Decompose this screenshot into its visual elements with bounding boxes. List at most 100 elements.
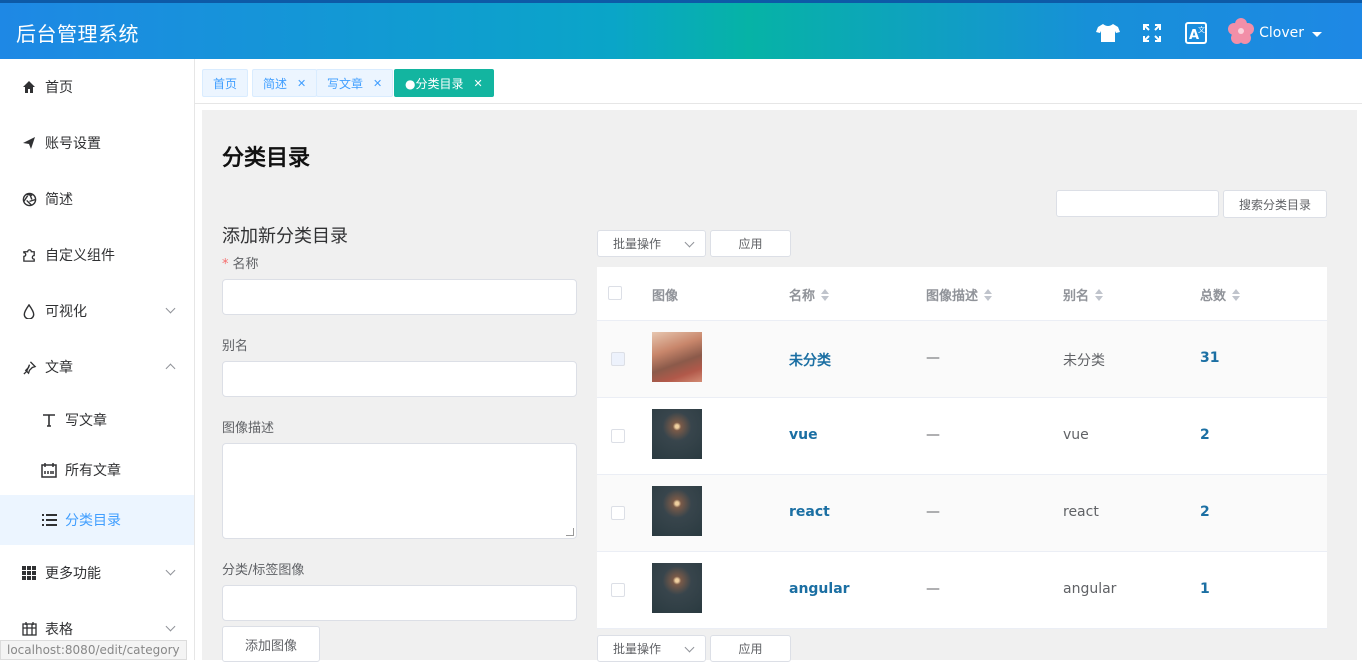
sidebar-item-more-features[interactable]: 更多功能 — [0, 545, 194, 601]
table-icon — [20, 620, 38, 638]
sidebar-item-visualization[interactable]: 可视化 — [0, 283, 194, 339]
column-description-label: 图像描述 — [926, 289, 979, 304]
table-row[interactable]: 未分类 — 未分类 31 — [597, 321, 1327, 398]
sidebar-item-articles[interactable]: 文章 — [0, 339, 194, 395]
image-field[interactable] — [222, 585, 577, 621]
sort-icon[interactable] — [1095, 288, 1104, 301]
column-count[interactable]: 总数 — [1200, 285, 1241, 304]
apply-button-bottom[interactable]: 应用 — [710, 635, 791, 662]
column-alias[interactable]: 别名 — [1063, 285, 1104, 304]
sidebar-item-label: 账号设置 — [45, 136, 101, 152]
svg-text:文: 文 — [1198, 25, 1205, 34]
tag-categories[interactable]: ●分类目录 ✕ — [394, 69, 494, 97]
row-checkbox[interactable] — [611, 506, 625, 520]
name-field[interactable] — [222, 279, 577, 315]
category-name-link[interactable]: 未分类 — [789, 350, 831, 370]
description-label: 图像描述 — [222, 421, 275, 436]
caret-down-icon — [1312, 31, 1322, 37]
category-count-link[interactable]: 2 — [1200, 427, 1210, 443]
row-checkbox[interactable] — [611, 583, 625, 597]
category-name-link[interactable]: vue — [789, 427, 818, 443]
column-count-label: 总数 — [1200, 289, 1227, 304]
chevron-down-icon — [684, 237, 695, 248]
user-menu[interactable]: Clover — [1227, 17, 1322, 49]
alias-field[interactable] — [222, 361, 577, 397]
column-image: 图像 — [652, 289, 679, 304]
bulk-action-select[interactable]: 批量操作 — [597, 230, 706, 257]
category-count-link[interactable]: 2 — [1200, 504, 1210, 520]
sidebar-item-account[interactable]: 账号设置 — [0, 115, 194, 171]
grid-icon — [20, 564, 38, 582]
sidebar-item-overview[interactable]: 简述 — [0, 171, 194, 227]
category-thumbnail — [652, 409, 702, 459]
main-content: 分类目录 搜索分类目录 添加新分类目录 * 名称 别名 图像描述 分类/标签图像 … — [202, 110, 1357, 662]
description-textarea[interactable] — [222, 443, 577, 539]
sidebar-item-custom-components[interactable]: 自定义组件 — [0, 227, 194, 283]
form-title: 添加新分类目录 — [222, 226, 348, 247]
sort-icon[interactable] — [984, 288, 993, 301]
status-url: localhost:8080/edit/category — [0, 640, 187, 660]
table-row[interactable]: angular — angular 1 — [597, 552, 1327, 629]
category-name-link[interactable]: angular — [789, 581, 850, 597]
puzzle-icon — [20, 246, 38, 264]
tags-view: 首页 简述 ✕ 写文章 ✕ ●分类目录 ✕ — [195, 59, 1362, 104]
tshirt-icon[interactable] — [1095, 20, 1121, 46]
sidebar-item-all-articles[interactable]: 所有文章 — [0, 445, 194, 495]
bulk-action-select-bottom[interactable]: 批量操作 — [597, 635, 706, 662]
tag-home[interactable]: 首页 — [202, 69, 249, 97]
column-alias-label: 别名 — [1063, 289, 1090, 304]
tag-label: 首页 — [213, 76, 238, 91]
category-description: — — [926, 581, 940, 597]
page-title: 分类目录 — [222, 146, 311, 171]
sidebar-item-label: 更多功能 — [45, 566, 101, 582]
categories-table: 图像 名称 图像描述 别名 总数 未分类 — 未分类 31 vue — vue … — [597, 267, 1327, 629]
user-name: Clover — [1259, 25, 1304, 41]
apply-button[interactable]: 应用 — [710, 230, 791, 257]
row-checkbox[interactable] — [611, 429, 625, 443]
close-icon[interactable]: ✕ — [473, 77, 482, 90]
category-name-link[interactable]: react — [789, 504, 830, 520]
resize-handle[interactable] — [566, 528, 574, 536]
column-description[interactable]: 图像描述 — [926, 285, 993, 304]
close-icon[interactable]: ✕ — [373, 77, 382, 90]
category-count-link[interactable]: 31 — [1200, 350, 1219, 366]
search-categories-button[interactable]: 搜索分类目录 — [1223, 190, 1327, 218]
home-icon — [20, 78, 38, 96]
sidebar-item-label: 自定义组件 — [45, 248, 115, 264]
sidebar-item-categories[interactable]: 分类目录 — [0, 495, 194, 545]
column-name-label: 名称 — [789, 289, 816, 304]
sidebar-item-label: 首页 — [45, 80, 73, 96]
close-icon[interactable]: ✕ — [297, 77, 306, 90]
category-count-link[interactable]: 1 — [1200, 581, 1210, 597]
pin-icon — [20, 358, 38, 376]
fullscreen-icon[interactable] — [1139, 20, 1165, 46]
bulk-action-value: 批量操作 — [613, 642, 662, 656]
sidebar-item-label: 可视化 — [45, 304, 87, 320]
search-input[interactable] — [1056, 190, 1219, 217]
category-description: — — [926, 350, 940, 366]
chevron-down-icon — [165, 621, 176, 632]
sidebar-item-write-article[interactable]: 写文章 — [0, 395, 194, 445]
add-image-button[interactable]: 添加图像 — [222, 626, 320, 662]
column-name[interactable]: 名称 — [789, 285, 830, 304]
tag-overview[interactable]: 简述 ✕ — [252, 69, 318, 97]
table-row[interactable]: vue — vue 2 — [597, 398, 1327, 475]
sort-icon[interactable] — [1232, 288, 1241, 301]
select-all-checkbox[interactable] — [608, 286, 622, 300]
category-description: — — [926, 427, 940, 443]
translate-icon[interactable]: A文 — [1183, 20, 1209, 46]
category-alias: react — [1063, 504, 1099, 520]
category-alias: angular — [1063, 581, 1117, 597]
row-checkbox[interactable] — [611, 352, 625, 366]
alias-label: 别名 — [222, 339, 249, 354]
sidebar-item-home[interactable]: 首页 — [0, 59, 194, 115]
table-row[interactable]: react — react 2 — [597, 475, 1327, 552]
tag-label: ●分类目录 — [405, 76, 464, 91]
tag-label: 写文章 — [327, 76, 364, 91]
sidebar-item-label: 简述 — [45, 192, 73, 208]
sort-icon[interactable] — [821, 288, 830, 301]
drop-icon — [20, 302, 38, 320]
tag-write-article[interactable]: 写文章 ✕ — [316, 69, 394, 97]
category-description: — — [926, 504, 940, 520]
app-title: 后台管理系统 — [16, 22, 139, 46]
